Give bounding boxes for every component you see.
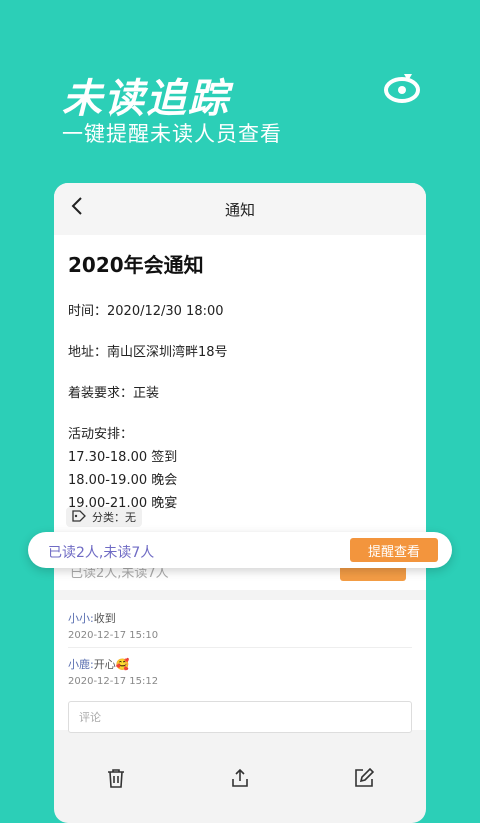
read-status-text: 已读2人,未读7人 — [48, 545, 155, 561]
comment-author: 小小: — [68, 612, 94, 625]
schedule-item: 18.00-19.00 晚会 — [68, 473, 178, 488]
schedule-heading: 活动安排： — [68, 427, 134, 442]
category-tag[interactable]: 分类：无 — [66, 507, 142, 527]
edit-icon — [354, 767, 375, 792]
notice-title: 2020年会通知 — [68, 253, 204, 277]
comment-item: 小小:收到 2020-12-17 15:10 — [68, 610, 412, 648]
notice-dress-code: 着装要求：正装 — [68, 386, 160, 401]
nav-bar: 通知 — [54, 183, 426, 235]
comment-text: 开心🥰 — [93, 658, 130, 671]
comment-time: 2020-12-17 15:10 — [68, 630, 159, 641]
comment-time: 2020-12-17 15:12 — [68, 676, 159, 687]
delete-button[interactable] — [102, 766, 130, 794]
read-status-popup: 已读2人,未读7人 提醒查看 — [28, 532, 452, 568]
trash-icon — [107, 768, 125, 792]
remind-button[interactable]: 提醒查看 — [350, 538, 438, 562]
bottom-toolbar — [54, 757, 426, 803]
category-tag-label: 分类：无 — [92, 511, 136, 524]
comments-section: 小小:收到 2020-12-17 15:10 小鹿:开心🥰 2020-12-17… — [54, 600, 426, 733]
notice-card: 2020年会通知 时间：2020/12/30 18:00 地址：南山区深圳湾畔1… — [54, 235, 426, 537]
notice-time: 时间：2020/12/30 18:00 — [68, 304, 224, 319]
edit-button[interactable] — [350, 766, 378, 794]
page-title: 通知 — [224, 201, 255, 219]
comment-text: 收到 — [93, 612, 116, 625]
comment-item: 小鹿:开心🥰 2020-12-17 15:12 — [68, 656, 412, 693]
share-button[interactable] — [226, 766, 254, 794]
brand-logo-icon — [382, 72, 422, 104]
schedule-item: 17.30-18.00 签到 — [68, 450, 178, 465]
comment-input[interactable]: 评论 — [68, 701, 412, 733]
notice-address: 地址：南山区深圳湾畔18号 — [68, 345, 228, 360]
phone-screen: 通知 2020年会通知 时间：2020/12/30 18:00 地址：南山区深圳… — [54, 183, 426, 823]
hero-title: 未读追踪 — [62, 76, 230, 122]
comment-author: 小鹿: — [68, 658, 94, 671]
share-icon — [231, 768, 249, 792]
tag-icon — [72, 509, 92, 525]
hero-subtitle: 一键提醒未读人员查看 — [62, 122, 282, 146]
